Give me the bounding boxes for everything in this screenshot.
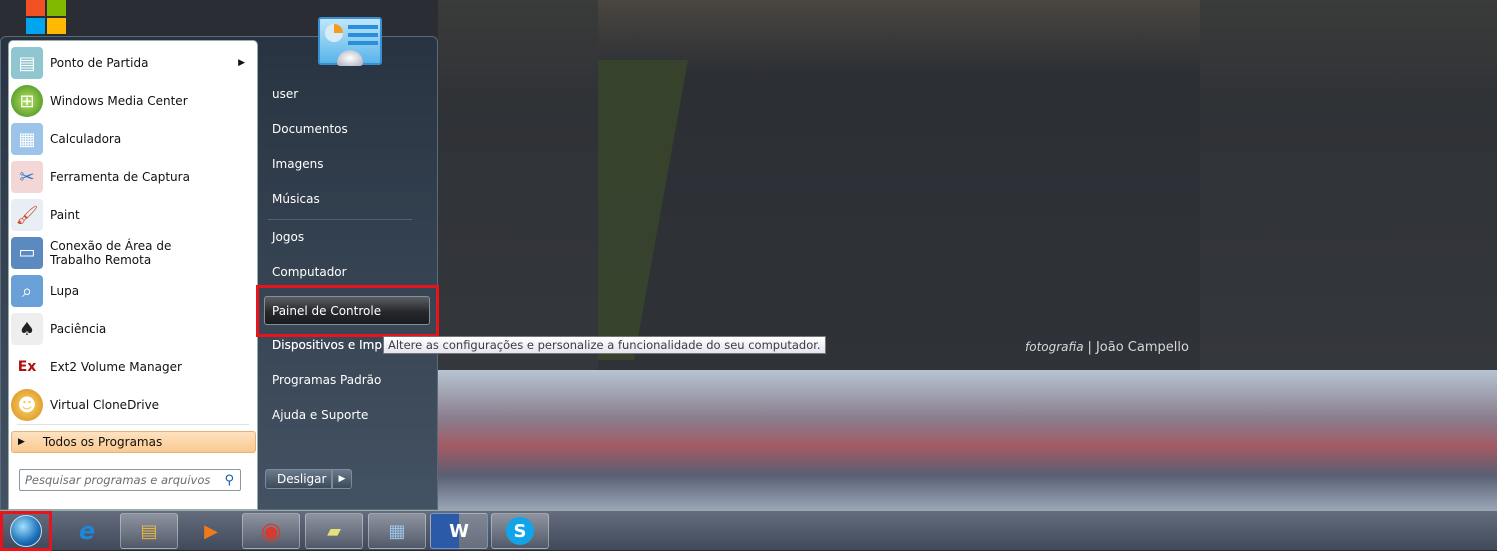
windows-orb-icon [10,515,42,547]
program-label: Paint [50,208,80,222]
menu-documentos[interactable]: Documentos [265,114,431,144]
wallpaper-tile [1200,0,1497,370]
search-placeholder: Pesquisar programas e arquivos [25,473,211,487]
menu-item-visible-label: Dispositivos e Impres [272,338,401,352]
menu-jogos[interactable]: Jogos [265,222,431,252]
taskbar-calculator[interactable]: ▦ [368,513,426,549]
solitaire-icon: ♠ [11,313,43,345]
getting-started-icon: ▤ [11,47,43,79]
media-center-icon: ⊞ [11,85,43,117]
program-ext2[interactable]: Ex Ext2 Volume Manager [9,349,257,385]
program-paciencia[interactable]: ♠ Paciência [9,311,257,347]
snipping-tool-icon: ✂ [11,161,43,193]
menu-programas-padrao[interactable]: Programas Padrão [265,365,431,395]
menu-user[interactable]: user [265,79,431,109]
remote-desktop-icon: ▭ [11,237,43,269]
menu-ajuda-e-suporte[interactable]: Ajuda e Suporte [265,400,431,430]
wallpaper-watermark: fotografia | João Campello [1025,340,1189,355]
start-button[interactable] [0,511,52,551]
search-icon[interactable]: ⚲ [224,473,234,488]
menu-computador[interactable]: Computador [265,257,431,287]
triangle-right-icon: ▶ [18,437,25,447]
program-label: Ferramenta de Captura [50,170,190,184]
tooltip: Altere as configurações e personalize a … [383,336,826,354]
magnifier-icon: ⌕ [11,275,43,307]
calculator-icon: ▦ [11,123,43,155]
windows-logo-icon [26,0,66,34]
shutdown-options-button[interactable]: ▶ [332,469,352,489]
program-virtual-clonedrive[interactable]: ☻ Virtual CloneDrive [9,387,257,423]
triangle-right-icon: ▶ [338,474,346,484]
program-media-center[interactable]: ⊞ Windows Media Center [9,83,257,119]
taskbar-word[interactable]: W [430,513,488,549]
all-programs-label: Todos os Programas [42,435,163,449]
program-label: Ext2 Volume Manager [50,360,182,374]
program-paint[interactable]: 🖌 Paint [9,197,257,233]
all-programs-button[interactable]: ▶ Todos os Programas [11,431,256,453]
taskbar-windows-explorer[interactable]: ▤ [120,513,178,549]
search-input[interactable]: Pesquisar programas e arquivos ⚲ [19,469,241,491]
menu-musicas[interactable]: Músicas [265,184,431,214]
program-label: Windows Media Center [50,94,188,108]
program-label: Conexão de Área de Trabalho Remota [50,239,172,267]
wallpaper-tile [438,0,598,370]
program-label: Virtual CloneDrive [50,398,160,412]
program-label: Calculadora [50,132,122,146]
submenu-arrow-icon[interactable]: ▶ [238,58,245,68]
programs-pane: ▤ Ponto de Partida ▶ ⊞ Windows Media Center… [8,40,258,510]
taskbar-sticky-notes[interactable]: ▰ [305,513,363,549]
wallpaper-road [598,0,1200,370]
program-label: Ponto de Partida [50,56,149,70]
ext2-icon: Ex [11,351,43,383]
wallpaper-clouds [438,370,1497,510]
divider [17,424,249,425]
shutdown-control: Desligar ▶ [265,469,352,489]
menu-imagens[interactable]: Imagens [265,149,431,179]
program-ferramenta-de-captura[interactable]: ✂ Ferramenta de Captura [9,159,257,195]
program-ponto-de-partida[interactable]: ▤ Ponto de Partida ▶ [9,45,257,81]
paint-icon: 🖌 [11,199,43,231]
taskbar-skype[interactable]: S [491,513,549,549]
program-remote-desktop[interactable]: ▭ Conexão de Área de Trabalho Remota [9,235,257,271]
program-lupa[interactable]: ⌕ Lupa [9,273,257,309]
program-label: Paciência [50,322,107,336]
skype-icon: S [506,517,534,545]
shutdown-button[interactable]: Desligar [265,469,332,489]
program-label: Lupa [50,284,80,298]
taskbar-internet-explorer[interactable]: e [58,513,116,549]
program-calculadora[interactable]: ▦ Calculadora [9,121,257,157]
taskbar-media-player[interactable]: ▶ [182,513,240,549]
divider [268,219,412,220]
clonedrive-icon: ☻ [11,389,43,421]
taskbar: e ▤ ▶ ◉ ▰ ▦ W S [0,510,1497,551]
taskbar-chrome[interactable]: ◉ [242,513,300,549]
